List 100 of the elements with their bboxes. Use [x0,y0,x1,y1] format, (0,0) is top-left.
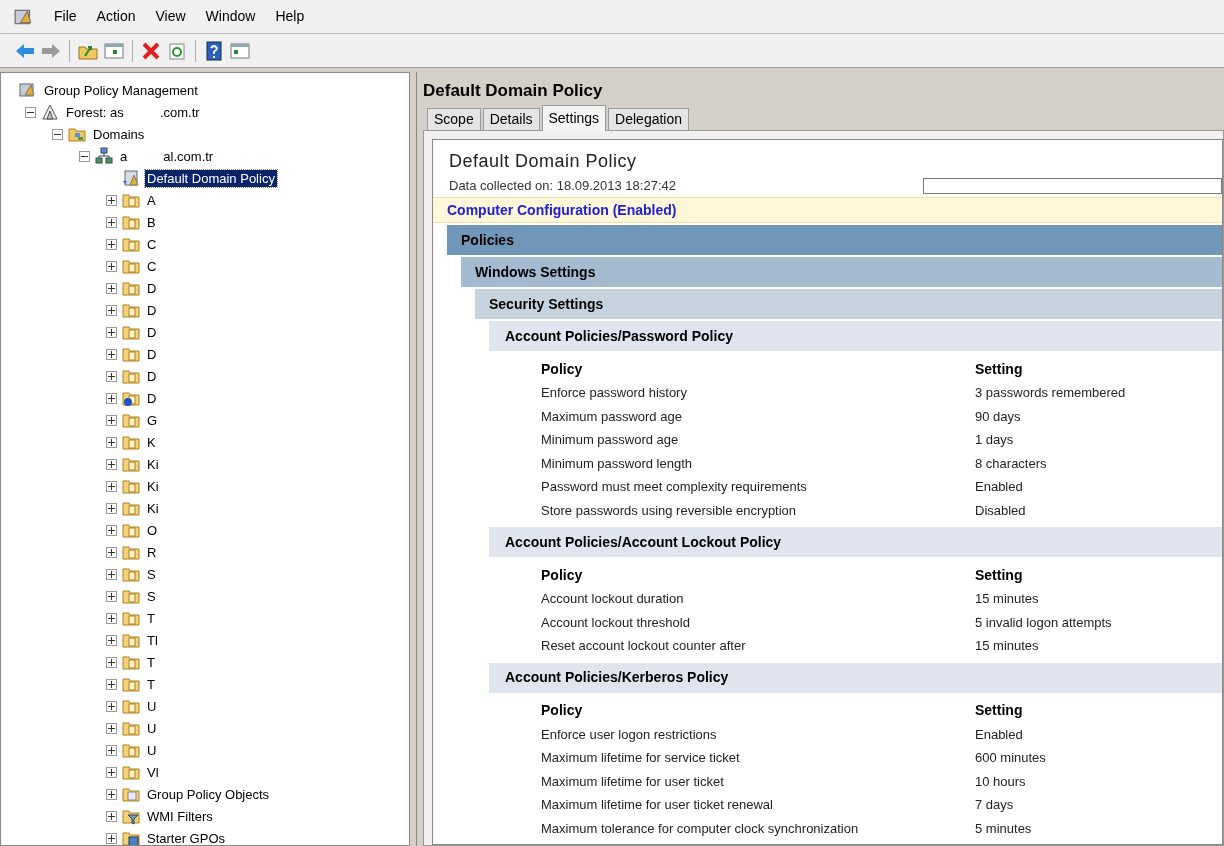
column-header: Setting [975,359,1023,379]
tab[interactable]: Delegation [608,108,690,130]
tree-item[interactable]: Group Policy Management [42,81,200,99]
expand-icon[interactable] [106,436,117,448]
tree-item[interactable]: U [145,697,159,715]
tree-item[interactable]: Tl [145,631,160,649]
tree-item[interactable]: D [145,389,159,407]
expand-icon[interactable] [106,590,117,602]
expand-icon[interactable] [106,722,117,734]
tab[interactable]: Settings [541,105,607,131]
expand-icon[interactable] [106,656,117,668]
delete-icon[interactable] [140,40,162,61]
tree-item[interactable]: Group Policy Objects [145,785,272,803]
tab[interactable]: Scope [427,108,481,130]
expand-icon[interactable] [106,392,117,404]
expand-icon[interactable] [106,480,117,492]
tree-item[interactable]: A [145,191,158,209]
expand-icon[interactable] [106,304,117,316]
expand-icon[interactable] [106,238,117,250]
tree-item[interactable]: Domains [91,125,147,143]
tree-item[interactable]: WMI Filters [145,807,215,825]
tree-item[interactable]: D [145,323,159,341]
tree-item[interactable]: Default Domain Policy [145,169,277,187]
table-cell-text: 10 hours [975,772,1026,791]
tree-item[interactable]: T [145,609,157,627]
expand-icon[interactable] [106,678,117,690]
expand-icon[interactable] [106,348,117,360]
column-header: Policy [541,701,584,720]
pane-icon[interactable] [103,40,125,61]
table-cell-text: Minimum password age [541,431,680,449]
expand-icon[interactable] [106,370,117,382]
tree-item[interactable]: Vl [145,763,161,781]
menu-item[interactable]: View [155,6,186,27]
tree-item[interactable]: S [145,565,158,583]
menu-item[interactable]: Action [96,6,136,27]
tab[interactable]: Details [482,108,540,130]
tree-item[interactable]: U [145,719,159,737]
tree-item[interactable]: Ki [145,477,161,495]
tree-item[interactable]: U [145,741,159,759]
table-cell-text: 15 minutes [975,637,1039,655]
help-icon[interactable] [203,40,225,61]
expand-icon[interactable] [106,832,117,844]
tree-item[interactable]: Starter GPOs [145,829,228,845]
column-header: Policy [541,359,584,379]
expand-icon[interactable] [106,216,117,228]
menu-item[interactable]: Window [205,6,256,27]
tree-item[interactable]: R [145,543,159,561]
tree-item[interactable]: D [145,301,159,319]
collapse-icon[interactable] [25,106,36,118]
tree-item[interactable]: Forest: as .com.tr [64,103,202,121]
expand-icon[interactable] [106,568,117,580]
tree-item[interactable]: S [145,587,158,605]
collapse-icon[interactable] [79,150,90,162]
pane-title: Default Domain Policy [423,80,604,102]
expand-icon[interactable] [106,766,117,778]
expand-icon[interactable] [106,458,117,470]
expand-icon[interactable] [106,612,117,624]
column-header: Policy [541,565,584,585]
tree-item[interactable]: C [145,235,159,253]
refresh-icon[interactable] [166,40,188,61]
table-cell-text: Enabled [975,725,1023,744]
input-field[interactable] [923,178,1222,194]
expand-icon[interactable] [106,700,117,712]
tree-item[interactable]: T [145,653,157,671]
tree-item[interactable]: G [145,411,160,429]
tree-item[interactable]: D [145,279,159,297]
expand-icon[interactable] [106,546,117,558]
expand-icon[interactable] [106,788,117,800]
table-cell-text: 1 days [975,431,1014,449]
tree-item[interactable]: Ki [145,499,161,517]
expand-icon[interactable] [106,744,117,756]
menu-item[interactable]: Help [275,6,305,27]
expand-icon[interactable] [106,414,117,426]
tree-item[interactable]: C [145,257,159,275]
tree-item[interactable]: D [145,345,159,363]
expand-icon[interactable] [106,326,117,338]
tree-item[interactable]: O [145,521,160,539]
menu-item[interactable]: File [54,6,77,27]
expand-icon[interactable] [106,502,117,514]
table-cell-text: 15 minutes [975,590,1039,608]
table-cell-text: Reset account lockout counter after [541,637,747,655]
expand-icon[interactable] [106,810,117,822]
expand-icon[interactable] [106,282,117,294]
tree-item[interactable]: K [145,433,158,451]
expand-icon[interactable] [106,524,117,536]
expand-icon[interactable] [106,634,117,646]
tree-item[interactable]: Ki [145,455,161,473]
table-cell-text: Maximum password age [541,407,683,426]
tree-item[interactable]: a al.com.tr [118,147,216,165]
section-header: Account Policies/Password Policy [489,321,1222,351]
collapse-icon[interactable] [52,128,63,140]
expand-icon[interactable] [106,194,117,206]
tree-item[interactable]: D [145,367,159,385]
column-header: Setting [975,701,1023,720]
pane-icon[interactable] [229,40,251,61]
tree-item[interactable]: B [145,213,158,231]
table-cell-text: Maximum lifetime for user ticket renewal [541,796,774,814]
tree-item[interactable]: T [145,675,157,693]
expand-icon[interactable] [106,260,117,272]
section-header: Account Policies/Kerberos Policy [489,662,1222,693]
